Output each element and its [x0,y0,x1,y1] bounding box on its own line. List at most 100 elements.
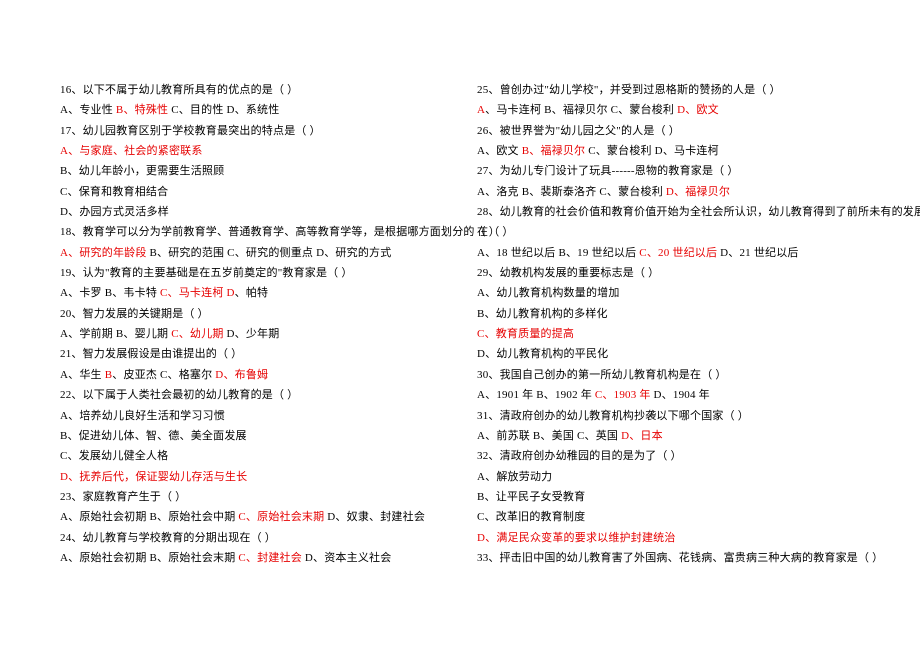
right-line: 33、抨击旧中国的幼儿教育害了外国病、花钱病、富贵病三种大病的教育家是（ ） [477,548,860,568]
right-line: 在（ ） [477,222,860,242]
left-line: 16、以下不属于幼儿教育所具有的优点的是（ ） [60,80,443,100]
body-text: C、目的性 D、系统性 [168,104,279,116]
body-text: 24、幼儿教育与学校教育的分期出现在（ ） [60,532,276,544]
right-line: A、18 世纪以后 B、19 世纪以后 C、20 世纪以后 D、21 世纪以后 [477,243,860,263]
body-text: A、卡罗 B、韦卡特 [60,287,160,299]
left-line: A、原始社会初期 B、原始社会末期 C、封建社会 D、资本主义社会 [60,548,443,568]
right-line: 25、曾创办过"幼儿学校"，并受到过恩格斯的赞扬的人是（ ） [477,80,860,100]
left-line: C、保育和教育相结合 [60,182,443,202]
body-text: D、办园方式灵活多样 [60,206,169,218]
answer-text: C、幼儿期 [171,328,223,340]
body-text: C、保育和教育相结合 [60,186,168,198]
body-text: 21、智力发展假设是由谁提出的（ ） [60,348,242,360]
left-line: 20、智力发展的关键期是（ ） [60,304,443,324]
left-line: A、学前期 B、婴儿期 C、幼儿期 D、少年期 [60,324,443,344]
left-line: 22、以下属于人类社会最初的幼儿教育的是（ ） [60,385,443,405]
left-line: 19、认为"教育的主要基础是在五岁前奠定的"教育家是（ ） [60,263,443,283]
body-text: 、皮亚杰 C、格塞尔 [112,369,215,381]
body-text: 31、清政府创办的幼儿教育机构抄袭以下哪个国家（ ） [477,410,749,422]
body-text: D、少年期 [224,328,280,340]
answer-text: C、马卡连柯 D [160,287,235,299]
answer-text: D、布鲁姆 [215,369,268,381]
right-line: A、解放劳动力 [477,467,860,487]
body-text: 33、抨击旧中国的幼儿教育害了外国病、花钱病、富贵病三种大病的教育家是（ ） [477,552,883,564]
body-text: A、欧文 [477,145,522,157]
body-text: A、华生 [60,369,105,381]
body-text: A、专业性 [60,104,116,116]
left-line: A、华生 B、皮亚杰 C、格塞尔 D、布鲁姆 [60,365,443,385]
answer-text: C、教育质量的提高 [477,328,574,340]
left-column: 16、以下不属于幼儿教育所具有的优点的是（ ） A、专业性 B、特殊性 C、目的性… [60,80,463,568]
right-line: D、满足民众变革的要求以维护封建统治 [477,528,860,548]
body-text: 19、认为"教育的主要基础是在五岁前奠定的"教育家是（ ） [60,267,353,279]
right-line: C、改革旧的教育制度 [477,507,860,527]
answer-text: A、研究的年龄段 [60,247,147,259]
right-line: A、前苏联 B、美国 C、英国 D、日本 [477,426,860,446]
right-line: 28、幼儿教育的社会价值和教育价值开始为全社会所认识，幼儿教育得到了前所未有的发… [477,202,860,222]
body-text: 26、被世界誉为"幼儿园之父"的人是（ ） [477,125,680,137]
body-text: 25、曾创办过"幼儿学校"，并受到过恩格斯的赞扬的人是（ ） [477,84,781,96]
right-line: 27、为幼儿专门设计了玩具------恩物的教育家是（ ） [477,161,860,181]
answer-text: B、特殊性 [116,104,168,116]
body-text: B、幼儿教育机构的多样化 [477,308,608,320]
body-text: D、幼儿教育机构的平民化 [477,348,608,360]
right-column: 25、曾创办过"幼儿学校"，并受到过恩格斯的赞扬的人是（ ） A、马卡连柯 B、福… [463,80,860,568]
left-line: B、促进幼儿体、智、德、美全面发展 [60,426,443,446]
body-text: D、21 世纪以后 [717,247,798,259]
right-line: B、让平民子女受教育 [477,487,860,507]
body-text: 16、以下不属于幼儿教育所具有的优点的是（ ） [60,84,298,96]
body-text: A、洛克 B、裴斯泰洛齐 C、蒙台梭利 [477,186,666,198]
body-text: C、发展幼儿健全人格 [60,450,168,462]
body-text: A、前苏联 B、美国 C、英国 [477,430,621,442]
body-text: B、幼儿年龄小，更需要生活照顾 [60,165,224,177]
answer-text: D、福禄贝尔 [666,186,730,198]
body-text: D、1904 年 [651,389,710,401]
right-line: A、1901 年 B、1902 年 C、1903 年 D、1904 年 [477,385,860,405]
answer-text: B、福禄贝尔 [522,145,586,157]
right-line: D、幼儿教育机构的平民化 [477,344,860,364]
left-line: D、抚养后代，保证婴幼儿存活与生长 [60,467,443,487]
right-line: B、幼儿教育机构的多样化 [477,304,860,324]
left-line: 21、智力发展假设是由谁提出的（ ） [60,344,443,364]
answer-text: D、欧文 [677,104,719,116]
answer-text: D、日本 [621,430,663,442]
answer-text: C、封建社会 [238,552,302,564]
body-text: A、幼儿教育机构数量的增加 [477,287,620,299]
left-line: A、专业性 B、特殊性 C、目的性 D、系统性 [60,100,443,120]
left-line: B、幼儿年龄小，更需要生活照顾 [60,161,443,181]
answer-text: D、抚养后代，保证婴幼儿存活与生长 [60,471,247,483]
right-line: A、马卡连柯 B、福禄贝尔 C、蒙台梭利 D、欧文 [477,100,860,120]
body-text: A、解放劳动力 [477,471,552,483]
body-text: A、18 世纪以后 B、19 世纪以后 [477,247,639,259]
body-text: 22、以下属于人类社会最初的幼儿教育的是（ ） [60,389,298,401]
left-line: 17、幼儿园教育区别于学校教育最突出的特点是（ ） [60,121,443,141]
left-line: C、发展幼儿健全人格 [60,446,443,466]
body-text: A、1901 年 B、1902 年 [477,389,595,401]
right-line: A、欧文 B、福禄贝尔 C、蒙台梭利 D、马卡连柯 [477,141,860,161]
body-text: D、奴隶、封建社会 [324,511,425,523]
left-line: A、与家庭、社会的紧密联系 [60,141,443,161]
body-text: 30、我国自己创办的第一所幼儿教育机构是在（ ） [477,369,727,381]
body-text: B、让平民子女受教育 [477,491,585,503]
body-text: 28、幼儿教育的社会价值和教育价值开始为全社会所认识，幼儿教育得到了前所未有的发… [477,206,920,218]
body-text: B、研究的范围 C、研究的侧重点 D、研究的方式 [147,247,392,259]
left-line: A、研究的年龄段 B、研究的范围 C、研究的侧重点 D、研究的方式 [60,243,443,263]
answer-text: C、20 世纪以后 [639,247,717,259]
answer-text: A、与家庭、社会的紧密联系 [60,145,203,157]
left-line: D、办园方式灵活多样 [60,202,443,222]
body-text: A、原始社会初期 B、原始社会中期 [60,511,238,523]
body-text: 17、幼儿园教育区别于学校教育最突出的特点是（ ） [60,125,321,137]
right-line: 30、我国自己创办的第一所幼儿教育机构是在（ ） [477,365,860,385]
right-line: A、幼儿教育机构数量的增加 [477,283,860,303]
right-line: C、教育质量的提高 [477,324,860,344]
right-line: 31、清政府创办的幼儿教育机构抄袭以下哪个国家（ ） [477,406,860,426]
left-line: 23、家庭教育产生于（ ） [60,487,443,507]
body-text: 32、清政府创办幼稚园的目的是为了（ ） [477,450,682,462]
right-line: 32、清政府创办幼稚园的目的是为了（ ） [477,446,860,466]
left-line: A、卡罗 B、韦卡特 C、马卡连柯 D、帕特 [60,283,443,303]
answer-text: C、1903 年 [595,389,651,401]
body-text: 18、教育学可以分为学前教育学、普通教育学、高等教育学等，是根据哪方面划分的（ … [60,226,500,238]
answer-text: A [477,104,485,116]
body-text: A、学前期 B、婴儿期 [60,328,171,340]
body-text: A、原始社会初期 B、原始社会末期 [60,552,238,564]
